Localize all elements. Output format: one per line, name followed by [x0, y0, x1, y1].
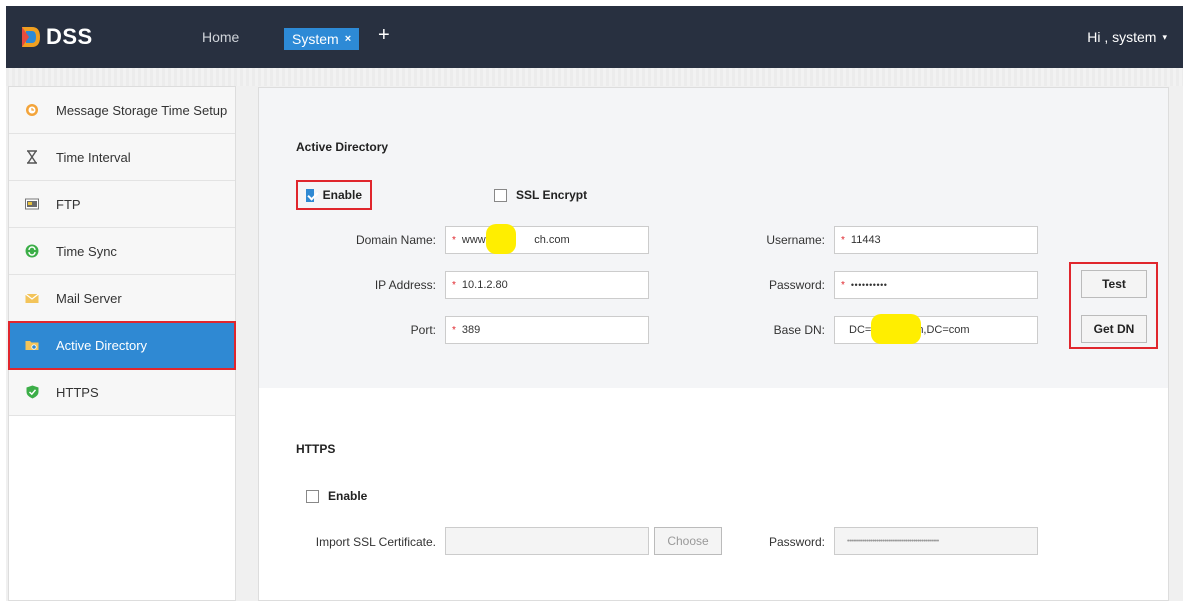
domain-name-input[interactable]: * www. ch.com — [445, 224, 649, 254]
password-label: Password: — [768, 278, 825, 292]
sidebar-item-mail-server[interactable]: Mail Server — [9, 275, 235, 322]
ip-address-label: IP Address: — [374, 278, 436, 292]
sidebar: Message Storage Time Setup Time Interval… — [8, 86, 236, 601]
ssl-encrypt-checkbox[interactable]: SSL Encrypt — [494, 188, 587, 202]
sidebar-item-label: Time Sync — [56, 243, 117, 259]
sidebar-item-ftp[interactable]: FTP — [9, 181, 235, 228]
username-value: 11443 — [850, 234, 881, 246]
main-panel: Active Directory Enable SSL Encrypt Doma… — [258, 87, 1169, 601]
domain-name-value-end: ch.com — [534, 234, 570, 246]
sidebar-item-time-sync[interactable]: Time Sync — [9, 228, 235, 275]
logo-text: DSS — [46, 24, 93, 49]
section-title-https: HTTPS — [296, 442, 336, 456]
dss-logo[interactable]: DSS — [20, 24, 93, 50]
required-marker: * — [452, 279, 456, 291]
user-greeting: Hi , system — [1087, 29, 1157, 45]
domain-name-label: Domain Name: — [355, 233, 436, 247]
nav-home-link[interactable]: Home — [202, 29, 239, 45]
checkbox-icon — [494, 188, 507, 202]
top-bar: DSS Home System × + Hi , system ▾ — [6, 6, 1183, 68]
sidebar-item-https[interactable]: HTTPS — [9, 369, 235, 416]
port-input[interactable]: * 389 — [445, 316, 649, 344]
domain-name-value-start: www. — [461, 234, 489, 246]
active-directory-section: Active Directory Enable SSL Encrypt Doma… — [259, 88, 1168, 388]
tab-system-label: System — [292, 31, 339, 47]
base-dn-label: Base DN: — [773, 323, 825, 337]
https-password-input[interactable]: ••••••••••••••••••••••••••••••••••••••••… — [834, 527, 1038, 555]
hourglass-icon — [25, 150, 39, 164]
sidebar-item-label: Mail Server — [56, 290, 122, 306]
sidebar-item-label: Time Interval — [56, 149, 131, 165]
required-marker: * — [452, 234, 456, 246]
checkbox-icon — [306, 489, 319, 503]
redaction-mark — [486, 224, 516, 254]
ad-enable-label: Enable — [322, 188, 362, 202]
required-marker: * — [452, 324, 456, 336]
chevron-down-icon: ▾ — [1162, 31, 1167, 42]
required-marker: * — [841, 279, 845, 291]
sidebar-item-label: FTP — [56, 196, 81, 212]
mail-icon — [25, 291, 39, 305]
logo-icon — [22, 27, 40, 47]
ssl-encrypt-label: SSL Encrypt — [516, 188, 588, 202]
tab-system[interactable]: System × — [284, 28, 360, 50]
sidebar-item-active-directory[interactable]: Active Directory — [8, 321, 236, 370]
base-dn-value-end: n,DC=com — [917, 324, 970, 336]
required-marker: * — [841, 234, 845, 246]
sync-icon — [25, 244, 39, 258]
ssl-certificate-input[interactable] — [445, 527, 649, 555]
test-button[interactable]: Test — [1081, 270, 1147, 298]
base-dn-input[interactable]: DC= n,DC=com — [834, 314, 1038, 344]
sidebar-item-label: Message Storage Time Setup — [56, 102, 228, 118]
add-tab-icon[interactable]: + — [378, 24, 390, 47]
https-enable-label: Enable — [328, 489, 368, 503]
ip-address-value: 10.1.2.80 — [461, 279, 508, 291]
get-dn-button[interactable]: Get DN — [1081, 315, 1147, 343]
username-label: Username: — [766, 233, 825, 247]
sidebar-item-time-interval[interactable]: Time Interval — [9, 134, 235, 181]
section-title-active-directory: Active Directory — [296, 140, 389, 154]
user-menu[interactable]: Hi , system ▾ — [1087, 29, 1167, 45]
checkbox-checked-icon — [306, 188, 314, 202]
close-icon[interactable]: × — [345, 33, 351, 45]
port-label: Port: — [410, 323, 436, 337]
shield-icon — [25, 385, 39, 399]
sidebar-item-label: Active Directory — [56, 337, 148, 353]
https-enable-checkbox[interactable]: Enable — [306, 489, 367, 503]
import-ssl-certificate-label: Import SSL Certificate. — [315, 535, 436, 549]
folder-icon — [25, 338, 39, 352]
ad-enable-checkbox[interactable]: Enable — [296, 180, 372, 210]
username-input[interactable]: * 11443 — [834, 226, 1038, 254]
redaction-mark — [871, 314, 921, 344]
https-password-label: Password: — [768, 535, 825, 549]
base-dn-value-start: DC= — [849, 324, 872, 336]
sidebar-item-label: HTTPS — [56, 384, 99, 400]
ip-address-input[interactable]: * 10.1.2.80 — [445, 271, 649, 299]
https-password-value: ••••••••••••••••••••••••••••••••••••••••… — [847, 537, 939, 545]
clock-icon — [25, 103, 39, 117]
password-value: •••••••••• — [850, 280, 888, 290]
password-input[interactable]: * •••••••••• — [834, 271, 1038, 299]
ftp-icon — [25, 197, 39, 211]
port-value: 389 — [461, 324, 481, 336]
sidebar-item-message-storage[interactable]: Message Storage Time Setup — [9, 87, 235, 134]
